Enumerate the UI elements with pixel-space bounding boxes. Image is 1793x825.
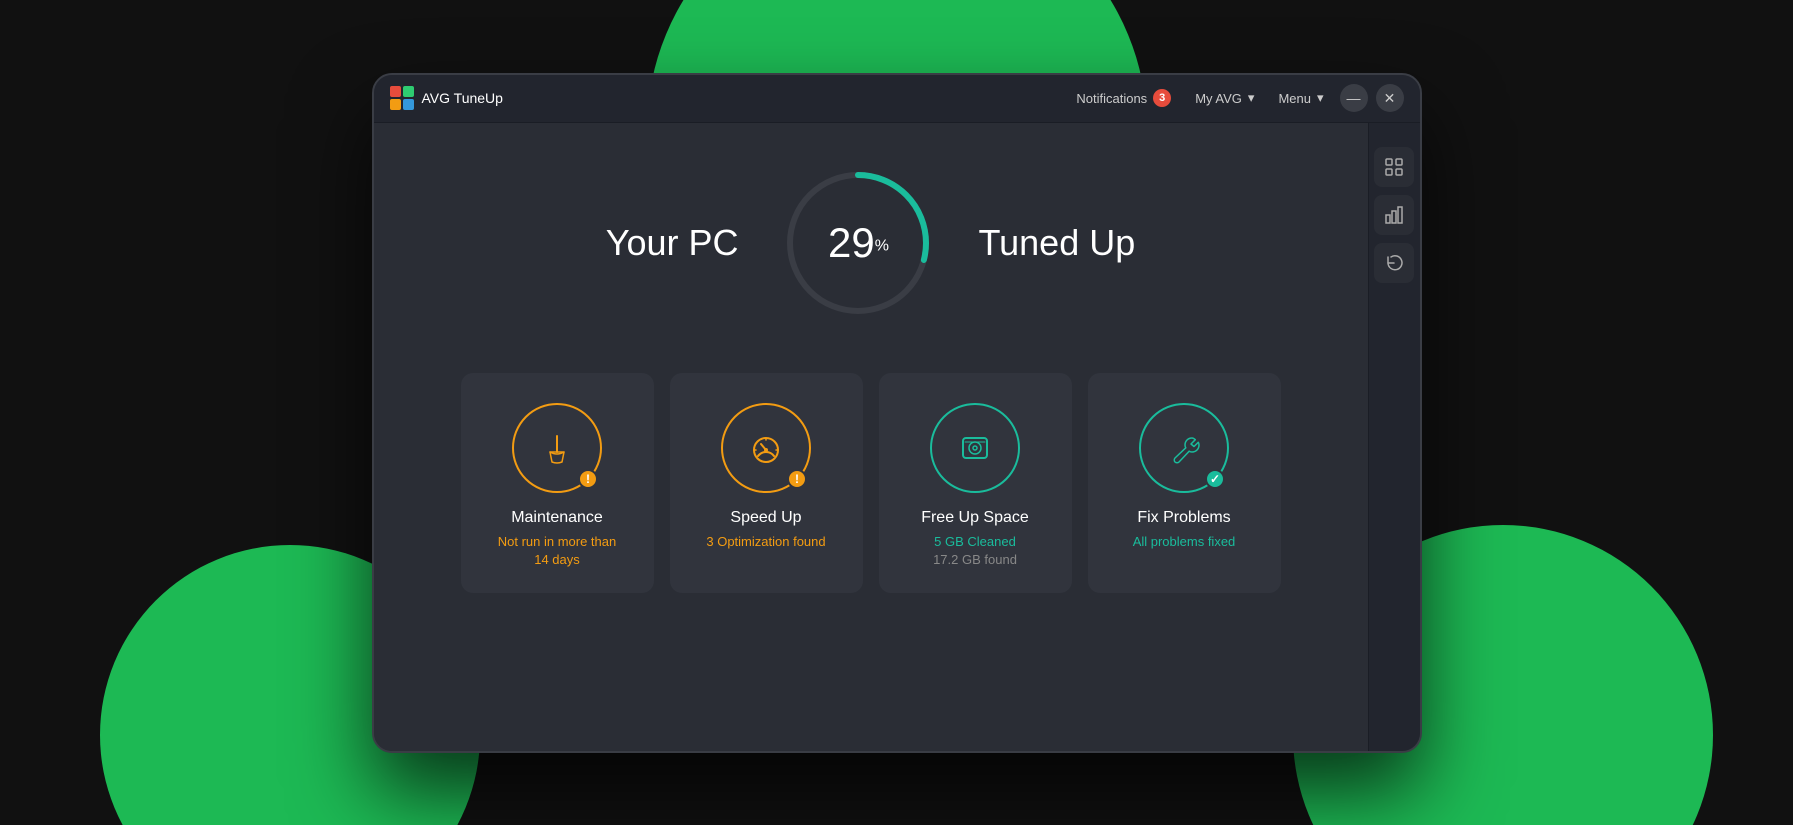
logo-q1 (390, 86, 401, 97)
hero-left-label: Your PC (606, 222, 739, 264)
content-area: Your PC 29% Tuned Up (374, 123, 1368, 751)
fixproblems-title: Fix Problems (1137, 509, 1230, 527)
notifications-badge: 3 (1153, 89, 1171, 107)
laptop-window: AVG TuneUp Notifications 3 My AVG ▾ Menu… (372, 73, 1422, 753)
right-sidebar (1368, 123, 1420, 751)
freespace-card[interactable]: Free Up Space 5 GB Cleaned 17.2 GB found (879, 373, 1072, 593)
app-title: AVG TuneUp (422, 90, 503, 106)
progress-unit: % (875, 237, 889, 254)
fixproblems-subtitle: All problems fixed (1133, 533, 1236, 551)
speedup-subtitle: 3 Optimization found (706, 533, 825, 551)
logo-q3 (390, 99, 401, 110)
maintenance-title: Maintenance (511, 509, 603, 527)
freespace-subtitle-cleaned: 5 GB Cleaned (934, 533, 1016, 551)
grid-icon (1384, 157, 1404, 177)
speedup-card[interactable]: ! Speed Up 3 Optimization found (670, 373, 863, 593)
logo-area: AVG TuneUp (390, 86, 503, 110)
maintenance-icon-wrapper: ! (512, 403, 602, 493)
speedometer-icon (746, 428, 786, 468)
menu-chevron-icon: ▾ (1317, 90, 1324, 106)
main-content: Your PC 29% Tuned Up (374, 123, 1420, 751)
maintenance-badge: ! (578, 469, 598, 489)
progress-ring: 29% (778, 163, 938, 323)
titlebar-nav: Notifications 3 My AVG ▾ Menu ▾ (1076, 89, 1323, 107)
speedup-badge: ! (787, 469, 807, 489)
freespace-icon-circle (930, 403, 1020, 493)
notifications-label: Notifications (1076, 91, 1147, 106)
fixproblems-icon-wrapper: ✓ (1139, 403, 1229, 493)
refresh-button[interactable] (1374, 243, 1414, 283)
progress-value: 29% (828, 244, 889, 261)
myavg-nav[interactable]: My AVG ▾ (1195, 90, 1254, 106)
progress-number: 29 (828, 219, 875, 266)
titlebar: AVG TuneUp Notifications 3 My AVG ▾ Menu… (374, 75, 1420, 123)
chart-bar-icon (1384, 205, 1404, 225)
maintenance-card[interactable]: ! Maintenance Not run in more than 14 da… (461, 373, 654, 593)
refresh-icon (1384, 253, 1404, 273)
logo-q4 (403, 99, 414, 110)
myavg-chevron-icon: ▾ (1248, 90, 1255, 106)
speedup-icon-wrapper: ! (721, 403, 811, 493)
speedup-title: Speed Up (730, 509, 801, 527)
freespace-subtitle-found: 17.2 GB found (933, 551, 1017, 569)
minimize-button[interactable]: — (1340, 84, 1368, 112)
menu-nav[interactable]: Menu ▾ (1278, 90, 1323, 106)
hero-right-label: Tuned Up (978, 222, 1135, 264)
cards-row: ! Maintenance Not run in more than 14 da… (461, 373, 1281, 593)
hero-section: Your PC 29% Tuned Up (606, 163, 1136, 323)
maintenance-subtitle: Not run in more than 14 days (498, 533, 617, 569)
fixproblems-card[interactable]: ✓ Fix Problems All problems fixed (1088, 373, 1281, 593)
fixproblems-badge: ✓ (1205, 469, 1225, 489)
logo-q2 (403, 86, 414, 97)
menu-label: Menu (1278, 91, 1311, 106)
titlebar-controls: — ✕ (1340, 84, 1404, 112)
outer-background: AVG TuneUp Notifications 3 My AVG ▾ Menu… (0, 0, 1793, 825)
myavg-label: My AVG (1195, 91, 1242, 106)
disk-icon (955, 428, 995, 468)
chart-view-button[interactable] (1374, 195, 1414, 235)
freespace-icon-wrapper (930, 403, 1020, 493)
freespace-title: Free Up Space (921, 509, 1029, 527)
notifications-nav[interactable]: Notifications 3 (1076, 89, 1171, 107)
grid-view-button[interactable] (1374, 147, 1414, 187)
progress-center: 29% (828, 219, 889, 267)
broom-icon (537, 428, 577, 468)
avg-logo (390, 86, 414, 110)
wrench-icon (1164, 428, 1204, 468)
close-button[interactable]: ✕ (1376, 84, 1404, 112)
